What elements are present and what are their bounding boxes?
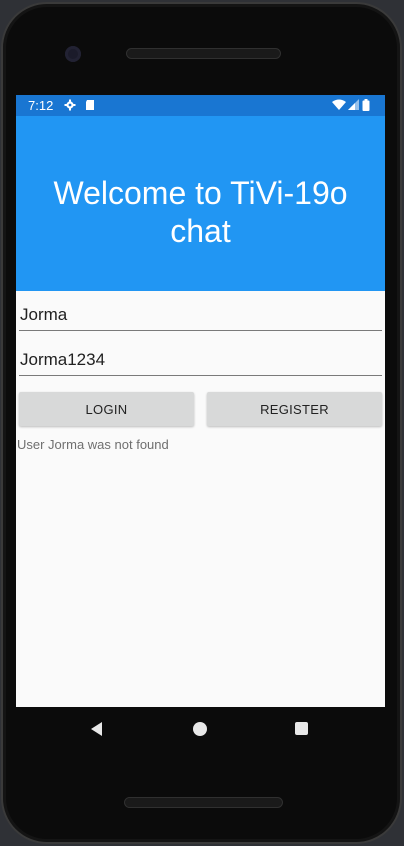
app-header: Welcome to TiVi-19o chat — [16, 116, 385, 291]
username-field[interactable] — [19, 301, 382, 331]
status-time: 7:12 — [28, 98, 54, 113]
top-speaker — [126, 48, 281, 59]
password-field[interactable] — [19, 346, 382, 376]
battery-icon — [362, 99, 370, 111]
home-icon[interactable] — [193, 722, 207, 736]
signal-icon — [348, 99, 359, 110]
navigation-bar — [16, 707, 385, 751]
status-bar: 7:12 — [16, 95, 385, 116]
recents-icon[interactable] — [295, 722, 308, 735]
bottom-speaker — [124, 797, 283, 808]
camera-icon — [65, 46, 81, 62]
back-icon[interactable] — [91, 722, 102, 736]
register-button[interactable]: REGISTER — [207, 392, 382, 426]
sd-card-icon — [86, 100, 94, 110]
login-button[interactable]: LOGIN — [19, 392, 194, 426]
wifi-icon — [332, 99, 346, 110]
settings-icon — [64, 99, 76, 111]
status-message: User Jorma was not found — [17, 437, 169, 452]
page-title: Welcome to TiVi-19o chat — [53, 174, 348, 249]
app-screen: 7:12 Welcome to TiVi-19o chat LOGIN — [16, 95, 385, 707]
